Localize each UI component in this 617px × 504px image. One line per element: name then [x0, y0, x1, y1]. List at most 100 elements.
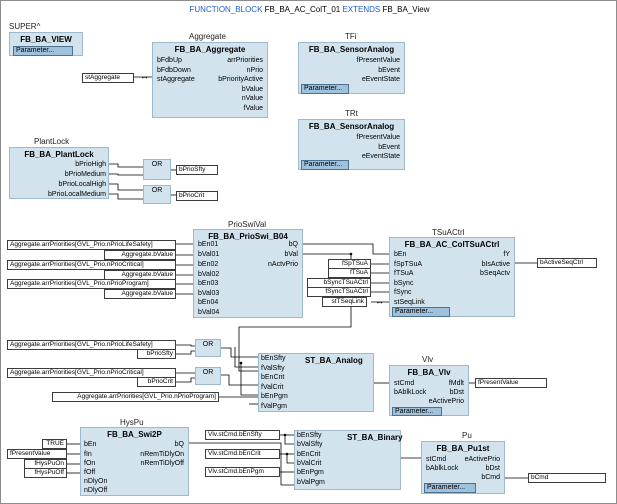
tfi-instance-name: TFi	[345, 32, 357, 41]
tsuactrl-block[interactable]: FB_BA_AC_ColTSuACtrl bEn fSpTSuA fTSuA b…	[389, 237, 515, 317]
extends-keyword: EXTENDS	[342, 5, 381, 14]
parameter-button[interactable]: Parameter...	[301, 84, 349, 94]
pin-in: bSync	[394, 280, 414, 287]
pin-out: nRemTiDlyOn	[140, 451, 184, 458]
pin-in: stCmd	[394, 380, 415, 387]
pin-out: bIsActive	[481, 261, 510, 268]
pin-in: bEn	[84, 441, 97, 448]
pin-out: bPrioMedium	[64, 171, 106, 178]
block-type: FB_BA_Swi2P	[107, 430, 162, 439]
pin-in: stAggregate	[157, 76, 195, 83]
pin-in: bEnPgm	[261, 393, 288, 400]
output-var[interactable]: bPrioCrit	[176, 191, 218, 201]
pin-in: fIn	[84, 451, 92, 458]
pin-out: nValue	[241, 95, 263, 102]
input-var[interactable]: fHysPuOff	[24, 468, 67, 478]
block-type: FB_BA_SensorAnalog	[308, 122, 395, 131]
tfi-block[interactable]: FB_BA_SensorAnalog fPresentValue bEvent …	[298, 42, 405, 94]
parameter-button[interactable]: Parameter...	[392, 407, 442, 416]
input-var[interactable]: stTSeqLink	[322, 297, 367, 307]
prioswival-block[interactable]: FB_BA_PrioSwi_B04 bEn01 bVal01 bEn02 bVa…	[193, 229, 303, 318]
pin-in: bEn04	[198, 299, 219, 306]
input-var[interactable]: Aggregate.arrPriorities[GVL_Prio.nPrioCr…	[7, 260, 176, 270]
or-gate[interactable]: OR	[195, 339, 221, 357]
pin-in: bEn01	[198, 241, 219, 248]
pin-in: bEn03	[198, 280, 219, 287]
input-var[interactable]: Aggregate.bValue	[104, 289, 176, 299]
aggregate-instance-name: Aggregate	[189, 32, 226, 41]
plantlock-instance-name: PlantLock	[34, 137, 70, 146]
plantlock-block[interactable]: FB_BA_PlantLock bPrioHigh bPrioMedium bP…	[9, 147, 109, 199]
pin-in: bVal04	[198, 309, 220, 316]
trt-instance-name: TRt	[345, 109, 358, 118]
block-type: ST_BA_Binary	[347, 433, 403, 442]
input-var[interactable]: fTSuA	[328, 268, 371, 278]
pin-in: bValPgm	[297, 479, 325, 486]
super-instance-name: SUPER^	[9, 22, 41, 31]
pin-in: fSpTSuA	[394, 261, 423, 268]
pin-in: bEnSfty	[297, 432, 322, 439]
pin-in: bVal01	[198, 251, 220, 258]
super-block[interactable]: FB_BA_VIEW Parameter...	[9, 32, 83, 56]
parameter-button[interactable]: Parameter...	[424, 483, 476, 493]
pin-in: bAblkLock	[426, 465, 459, 472]
input-var[interactable]: fSyncTSuACtrl	[307, 287, 371, 297]
input-var[interactable]: bPrioSfty	[137, 349, 176, 359]
input-var[interactable]: TRUE	[42, 439, 67, 449]
input-var[interactable]: Vlv.stCmd.bEnCrit	[205, 449, 280, 459]
output-var[interactable]: bCmd	[528, 473, 606, 483]
block-type: ST_BA_Analog	[305, 356, 363, 365]
hyspu-block[interactable]: FB_BA_Swi2P bEn fIn fOn fOff nDlyOn nDly…	[80, 427, 189, 496]
parameter-button[interactable]: Parameter...	[301, 160, 349, 170]
input-var[interactable]: Vlv.stCmd.bEnSfty	[205, 430, 280, 440]
header-title: FUNCTION_BLOCK FB_BA_AC_ColT_01 EXTENDS …	[1, 5, 616, 14]
aggregate-block[interactable]: FB_BA_Aggregate bFdbUp bFdbDown stAggreg…	[152, 42, 268, 118]
pin-in: fOn	[84, 460, 96, 467]
pin-out: bQ	[288, 241, 298, 248]
pin-out: bQ	[174, 441, 184, 448]
pin-in: fValCrit	[261, 384, 284, 391]
pin-in: bVal03	[198, 290, 220, 297]
input-var[interactable]: Aggregate.arrPriorities[GVL_Prio.nPrioPr…	[52, 392, 219, 402]
pin-out: bValue	[241, 86, 263, 93]
or-gate[interactable]: OR	[143, 159, 171, 180]
parameter-button[interactable]: Parameter...	[13, 46, 73, 56]
parameter-button[interactable]: Parameter...	[392, 307, 450, 317]
pin-out: bDst	[485, 465, 500, 472]
input-var[interactable]: Aggregate.arrPriorities[GVL_Prio.nPrioLi…	[7, 240, 176, 250]
pin-in: fValSfty	[261, 365, 285, 372]
output-var[interactable]: fPresentValue	[475, 378, 547, 388]
function-block-keyword: FUNCTION_BLOCK	[189, 5, 263, 14]
output-var[interactable]: bPrioSfty	[176, 165, 218, 175]
vlv-block[interactable]: FB_BA_Vlv stCmd bAblkLock fMdlt bDst eAc…	[389, 365, 469, 416]
block-type: FB_BA_PlantLock	[24, 150, 94, 159]
hyspu-instance-name: HysPu	[120, 418, 144, 427]
trt-block[interactable]: FB_BA_SensorAnalog fPresentValue bEvent …	[298, 119, 405, 170]
pin-out: eActivePrio	[464, 456, 500, 463]
pu-block[interactable]: FB_BA_Pu1st stCmd bAblkLock eActivePrio …	[421, 441, 505, 494]
pin-in: bFdbDown	[157, 67, 191, 74]
or-gate[interactable]: OR	[143, 185, 171, 204]
st-ba-analog-block[interactable]: ST_BA_Analog bEnSfty fValSfty bEnCrit fV…	[258, 353, 374, 412]
pin-in: bEnSfty	[261, 355, 286, 362]
input-var[interactable]: Aggregate.bValue	[104, 250, 176, 260]
pin-in: nDlyOff	[84, 487, 108, 494]
pin-out: bCmd	[481, 474, 500, 481]
aggregate-link-var[interactable]: stAggregate	[82, 73, 134, 83]
output-var[interactable]: bActiveSeqCtrl	[537, 258, 597, 268]
pin-in: nDlyOn	[84, 478, 108, 485]
st-ba-binary-block[interactable]: ST_BA_Binary bEnSfty bValSfty bEnCrit bV…	[294, 430, 403, 490]
block-type: FB_BA_SensorAnalog	[308, 45, 395, 54]
input-var[interactable]: fPresentValue	[7, 449, 67, 459]
pin-in: stSeqLink	[394, 299, 425, 306]
pin-in: bEn	[394, 251, 407, 258]
input-var[interactable]: bPrioCrit	[137, 377, 176, 387]
input-var[interactable]: Aggregate.arrPriorities[GVL_Prio.nPrioPr…	[7, 279, 176, 289]
function-block-name: FB_BA_AC_ColT_01	[264, 5, 341, 14]
base-block-name: FB_BA_View	[382, 5, 430, 14]
input-var[interactable]: Vlv.stCmd.bEnPgm	[205, 467, 280, 477]
pin-out: bEvent	[378, 67, 400, 74]
pin-out: fY	[503, 251, 510, 258]
or-gate[interactable]: OR	[195, 367, 221, 385]
pin-in: fTSuA	[394, 270, 414, 277]
